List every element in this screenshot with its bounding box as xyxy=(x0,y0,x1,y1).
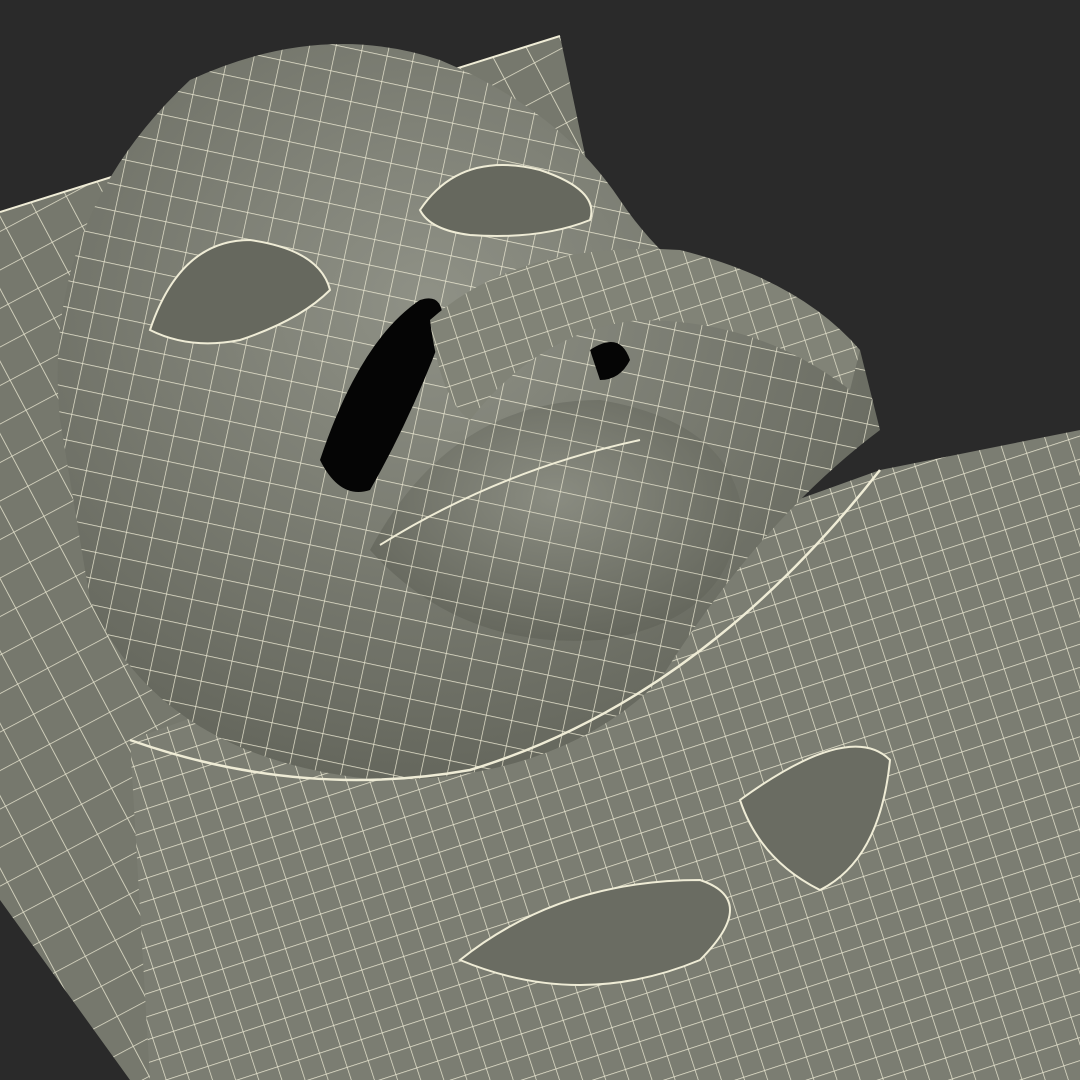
model-render xyxy=(0,0,1080,1080)
render-viewport xyxy=(0,0,1080,1080)
